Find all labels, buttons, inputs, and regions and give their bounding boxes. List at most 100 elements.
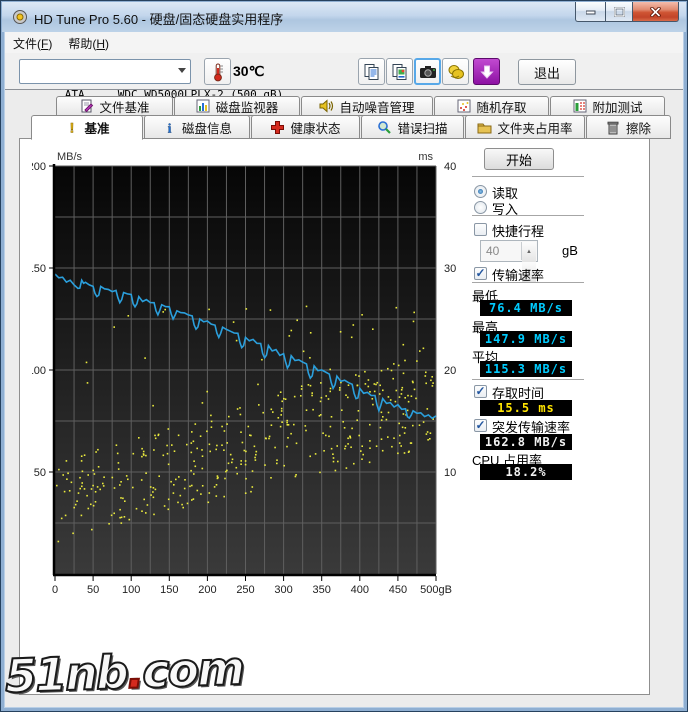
tab-r2-1[interactable]: i 磁盘信息	[144, 115, 250, 139]
tab-r2-2[interactable]: 健康状态	[251, 115, 360, 139]
disk-info-icon: i	[162, 120, 177, 135]
tab-label: 错误扫描	[397, 121, 448, 136]
svg-text:30: 30	[444, 263, 456, 275]
short-stroke-unit: gB	[562, 243, 578, 258]
svg-text:200: 200	[198, 584, 216, 596]
svg-text:20: 20	[444, 365, 456, 377]
disk-monitor-icon	[196, 99, 211, 114]
tab-label: 随机存取	[476, 100, 527, 115]
tab-label: 磁盘信息	[181, 121, 232, 136]
camera-icon	[419, 65, 437, 79]
access-time-display: 15.5 ms	[480, 400, 572, 416]
short-stroke-value-text: 40	[486, 244, 500, 258]
maximize-button[interactable]	[605, 2, 633, 22]
svg-text:!: !	[70, 120, 75, 135]
svg-text:300: 300	[274, 584, 292, 596]
tab-r1-0[interactable]: 文件基准	[56, 96, 173, 116]
folder-usage-icon	[477, 120, 492, 135]
transfer-rate-checkbox[interactable]: ✓	[474, 267, 487, 280]
error-scan-icon	[377, 120, 392, 135]
tab-r1-1[interactable]: 磁盘监视器	[174, 96, 300, 116]
download-icon	[479, 64, 495, 80]
exit-button[interactable]: 退出	[518, 59, 576, 85]
window-title: HD Tune Pro 5.60 - 硬盘/固态硬盘实用程序	[34, 12, 284, 27]
start-button[interactable]: 开始	[484, 148, 554, 170]
file-benchmark-icon	[79, 99, 94, 114]
temperature-button[interactable]	[204, 58, 231, 85]
erase-icon	[606, 120, 621, 135]
hd-tune-window: HD Tune Pro 5.60 - 硬盘/固态硬盘实用程序 文件(F) 帮助(H…	[0, 0, 688, 712]
avg-value-display: 115.3 MB/s	[480, 361, 572, 377]
spinner-up-icon[interactable]: ▲	[522, 242, 536, 262]
tab-r2-0[interactable]: ! 基准	[31, 115, 143, 140]
short-stroke-checkbox[interactable]	[474, 223, 487, 236]
svg-text:ms: ms	[418, 151, 433, 163]
tab-r1-4[interactable]: 附加测试	[550, 96, 665, 116]
cpu-usage-display: 18.2%	[480, 464, 572, 480]
drive-select[interactable]: ATA WDC WD5000LPLX-2 (500 gB)	[19, 59, 283, 101]
benchmark-icon: !	[64, 120, 79, 135]
menu-help[interactable]: 帮助(H)	[60, 32, 117, 55]
access-time-checkbox[interactable]: ✓	[474, 385, 487, 398]
svg-text:400: 400	[351, 584, 369, 596]
svg-text:50: 50	[34, 467, 46, 479]
minimize-button[interactable]	[575, 2, 605, 22]
svg-text:250: 250	[236, 584, 254, 596]
menu-bar: 文件(F) 帮助(H)	[5, 32, 683, 53]
spinner-arrows[interactable]: ▲ ▼	[521, 242, 536, 282]
title-bar[interactable]: HD Tune Pro 5.60 - 硬盘/固态硬盘实用程序	[2, 2, 686, 32]
tab-r1-2[interactable]: 自动噪音管理	[301, 96, 433, 116]
donate-button[interactable]	[442, 58, 469, 85]
svg-text:0: 0	[52, 584, 58, 596]
tab-label: 基准	[84, 122, 110, 136]
svg-text:200: 200	[32, 161, 46, 173]
close-button[interactable]	[633, 2, 679, 22]
tab-r2-5[interactable]: 擦除	[586, 115, 671, 139]
app-icon	[13, 10, 27, 24]
tab-r2-3[interactable]: 错误扫描	[361, 115, 464, 139]
burst-rate-display: 162.8 MB/s	[480, 434, 572, 450]
tab-label: 擦除	[625, 121, 651, 136]
svg-text:MB/s: MB/s	[57, 151, 83, 163]
separator	[472, 176, 584, 177]
svg-text:40: 40	[444, 161, 456, 173]
svg-text:500gB: 500gB	[420, 584, 452, 596]
benchmark-chart: MB/sms2001501005040302010050100150200250…	[28, 148, 462, 608]
download-button[interactable]	[473, 58, 500, 85]
svg-text:450: 450	[389, 584, 407, 596]
random-access-icon	[456, 99, 471, 114]
short-stroke-label: 快捷行程	[492, 224, 545, 239]
screenshot-button[interactable]	[414, 58, 441, 85]
menu-file[interactable]: 文件(F)	[5, 32, 60, 55]
copy-text-button[interactable]	[358, 58, 385, 85]
min-value-display: 76.4 MB/s	[480, 300, 572, 316]
tab-r1-3[interactable]: 随机存取	[434, 96, 549, 116]
copy-text-icon	[363, 63, 381, 81]
svg-text:i: i	[168, 120, 172, 135]
svg-text:10: 10	[444, 467, 456, 479]
tab-label: 健康状态	[290, 121, 341, 136]
burst-rate-checkbox[interactable]: ✓	[474, 419, 487, 432]
health-icon	[270, 120, 285, 135]
start-button-label: 开始	[505, 152, 532, 168]
watermark-logo: 51nb.com	[3, 640, 245, 704]
chevron-down-icon	[178, 68, 186, 73]
read-radio[interactable]	[474, 185, 487, 198]
short-stroke-value[interactable]: 40 ▲ ▼	[480, 240, 538, 282]
thermometer-icon	[213, 63, 223, 81]
tab-label: 文件基准	[99, 100, 150, 115]
write-radio[interactable]	[474, 201, 487, 214]
exit-button-label: 退出	[533, 65, 560, 81]
separator	[472, 379, 584, 380]
copy-image-icon	[391, 63, 409, 81]
tab-label: 自动噪音管理	[339, 100, 415, 115]
tab-label: 文件夹占用率	[497, 121, 573, 136]
separator	[472, 282, 584, 283]
noise-management-icon	[319, 99, 334, 114]
svg-text:50: 50	[87, 584, 99, 596]
benchmark-tab-panel: MB/sms2001501005040302010050100150200250…	[19, 138, 650, 695]
copy-image-button[interactable]	[386, 58, 413, 85]
svg-text:150: 150	[160, 584, 178, 596]
tab-r2-4[interactable]: 文件夹占用率	[465, 115, 585, 139]
max-value-display: 147.9 MB/s	[480, 331, 572, 347]
